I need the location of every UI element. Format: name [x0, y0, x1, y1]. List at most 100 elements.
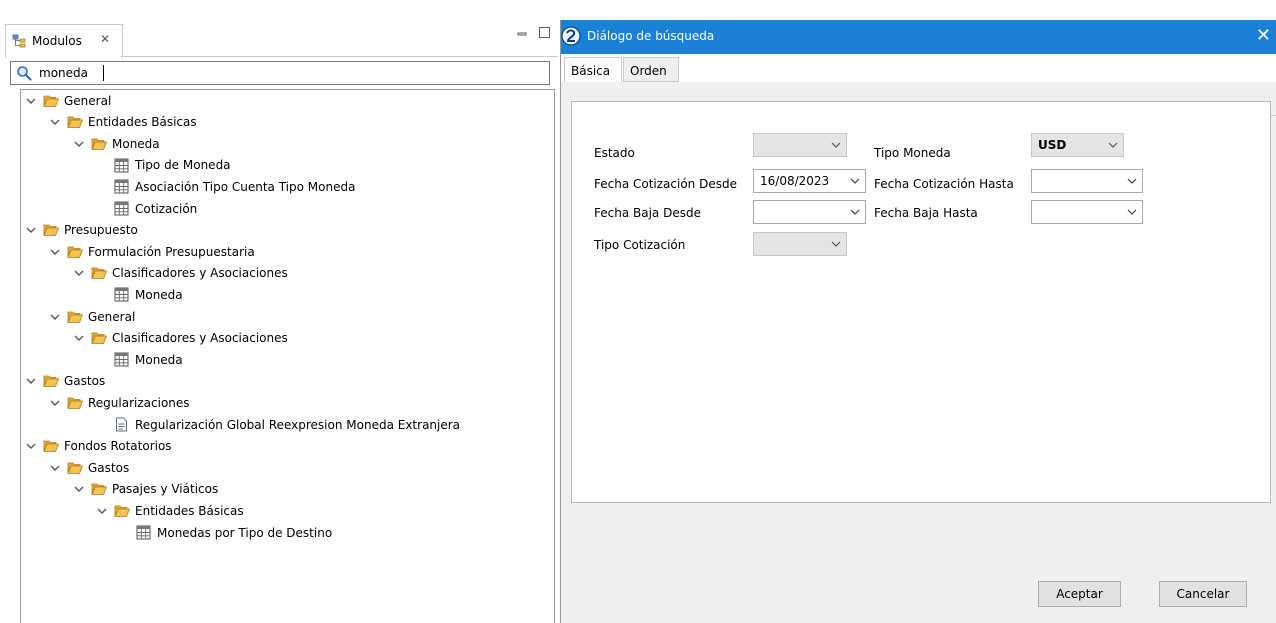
dialog-title: Diálogo de búsqueda — [587, 29, 715, 43]
chevron-down-icon[interactable] — [24, 223, 38, 237]
tree-item-label: Regularización Global Reexpresion Moneda… — [135, 417, 461, 432]
search-input[interactable]: moneda — [10, 61, 550, 85]
chevron-down-icon[interactable] — [48, 310, 62, 324]
chevron-down-icon[interactable] — [95, 504, 109, 518]
tree-folder-item[interactable]: General — [24, 90, 111, 111]
tree-item-label: Formulación Presupuestaria — [88, 244, 255, 259]
tab-divider — [121, 56, 558, 57]
dialog-titlebar: Diálogo de búsqueda ✕ — [561, 20, 1276, 54]
chevron-down-icon[interactable] — [48, 461, 62, 475]
tab-orden[interactable]: Orden — [623, 57, 679, 82]
table-icon — [136, 525, 151, 540]
tree-item-label: Asociación Tipo Cuenta Tipo Moneda — [135, 179, 356, 194]
tree-folder-item[interactable]: General — [48, 306, 135, 327]
tree-item-label: Clasificadores y Asociaciones — [112, 331, 288, 346]
tree-folder-item[interactable]: Gastos — [24, 371, 105, 392]
tree-leaf-item[interactable]: Asociación Tipo Cuenta Tipo Moneda — [114, 176, 355, 197]
chevron-down-icon[interactable] — [24, 94, 38, 108]
tree-item-label: Moneda — [135, 287, 183, 302]
folder-open-icon — [43, 224, 59, 236]
tipo-cotizacion-select[interactable] — [753, 232, 847, 256]
folder-open-icon — [91, 138, 107, 150]
fecha-cotizacion-hasta-input[interactable] — [1031, 169, 1143, 193]
chevron-down-icon[interactable] — [48, 245, 62, 259]
fecha-cotizacion-hasta-label: Fecha Cotización Hasta — [874, 177, 1014, 191]
tree-leaf-item[interactable]: Moneda — [114, 349, 183, 370]
tree-folder-item[interactable]: Gastos — [48, 457, 129, 478]
tree-folder-item[interactable]: Regularizaciones — [48, 392, 190, 413]
tipo-moneda-value: USD — [1038, 138, 1067, 152]
tipo-cotizacion-label: Tipo Cotización — [594, 238, 686, 252]
estado-select[interactable] — [753, 133, 847, 157]
chevron-down-icon[interactable] — [72, 331, 86, 345]
form-icon — [116, 417, 127, 432]
chevron-down-icon[interactable] — [72, 266, 86, 280]
folder-open-icon — [67, 246, 83, 258]
dialog-tabs: Básica Orden — [561, 54, 1276, 116]
folder-open-icon — [43, 440, 59, 452]
tree-item-label: Regularizaciones — [88, 395, 190, 410]
chevron-down-icon[interactable] — [48, 115, 62, 129]
filter-panel: Estado Tipo Moneda USD Fecha Cotización … — [571, 101, 1271, 503]
tree-folder-item[interactable]: Formulación Presupuestaria — [48, 241, 255, 262]
tree-item-label: Entidades Básicas — [88, 115, 197, 130]
folder-open-icon — [91, 483, 107, 496]
tree-leaf-item[interactable]: Regularización Global Reexpresion Moneda… — [114, 414, 460, 435]
maximize-icon[interactable] — [539, 27, 550, 38]
modulos-tab[interactable]: Modulos ✕ — [5, 24, 123, 58]
folder-open-icon — [43, 375, 59, 388]
tree-item-label: General — [64, 93, 112, 108]
app-logo-icon — [561, 26, 581, 46]
tree-folder-item[interactable]: Fondos Rotatorios — [24, 436, 172, 457]
tipo-moneda-select[interactable]: USD — [1031, 133, 1124, 157]
chevron-down-icon[interactable] — [48, 396, 62, 410]
tree-item-label: Clasificadores y Asociaciones — [112, 266, 288, 281]
modulos-view: Modulos ✕ moneda General Entidades Básica… — [0, 0, 560, 623]
folder-open-icon — [114, 505, 130, 517]
tree-leaf-item[interactable]: Moneda — [114, 284, 183, 305]
tree-folder-item[interactable]: Entidades Básicas — [95, 500, 244, 521]
tab-orden-label: Orden — [630, 64, 667, 78]
chevron-down-icon[interactable] — [72, 482, 86, 496]
tipo-moneda-label: Tipo Moneda — [874, 146, 951, 160]
fecha-cotizacion-desde-label: Fecha Cotización Desde — [594, 177, 737, 191]
chevron-down-icon[interactable] — [24, 374, 38, 388]
tree-item-label: Presupuesto — [64, 223, 138, 238]
close-icon[interactable]: ✕ — [100, 32, 110, 46]
tree-item-label: Tipo de Moneda — [135, 158, 231, 173]
tree-folder-item[interactable]: Moneda — [72, 133, 160, 154]
fecha-cotizacion-desde-input[interactable]: 16/08/2023 — [753, 169, 866, 193]
cancel-button[interactable]: Cancelar — [1159, 581, 1247, 607]
table-icon — [114, 201, 129, 216]
chevron-down-icon[interactable] — [72, 137, 86, 151]
tree-leaf-item[interactable]: Tipo de Moneda — [114, 155, 231, 176]
minimize-icon[interactable] — [517, 29, 527, 39]
close-icon[interactable]: ✕ — [1256, 25, 1271, 47]
folder-open-icon — [43, 95, 59, 107]
fecha-baja-hasta-label: Fecha Baja Hasta — [874, 206, 978, 220]
chevron-down-icon — [1127, 178, 1137, 184]
tree-folder-item[interactable]: Presupuesto — [24, 220, 138, 241]
tree-folder-item[interactable]: Pasajes y Viáticos — [72, 479, 218, 500]
tree-folder-item[interactable]: Entidades Básicas — [48, 112, 197, 133]
accept-button[interactable]: Aceptar — [1038, 581, 1121, 607]
chevron-down-icon — [831, 241, 841, 247]
text-caret — [103, 65, 104, 81]
fecha-baja-desde-label: Fecha Baja Desde — [594, 206, 701, 220]
tree-item-label: Pasajes y Viáticos — [112, 482, 219, 497]
chevron-down-icon[interactable] — [24, 439, 38, 453]
chevron-down-icon — [1127, 209, 1137, 215]
tab-basica[interactable]: Básica — [564, 57, 622, 82]
tree-leaf-item[interactable]: Monedas por Tipo de Destino — [136, 522, 332, 543]
fecha-baja-desde-input[interactable] — [753, 200, 866, 224]
module-tree: General Entidades Básicas Moneda Tipo de Mo… — [20, 89, 555, 623]
search-value: moneda — [39, 66, 88, 80]
tree-leaf-item[interactable]: Cotización — [114, 198, 197, 219]
fecha-baja-hasta-input[interactable] — [1031, 200, 1143, 224]
chevron-down-icon — [1108, 142, 1118, 148]
tree-folder-item[interactable]: Clasificadores y Asociaciones — [72, 263, 288, 284]
search-dialog: Diálogo de búsqueda ✕ Básica Orden Estad… — [560, 20, 1276, 623]
tree-folder-item[interactable]: Clasificadores y Asociaciones — [72, 328, 288, 349]
folder-open-icon — [91, 332, 107, 344]
chevron-down-icon — [850, 209, 860, 215]
